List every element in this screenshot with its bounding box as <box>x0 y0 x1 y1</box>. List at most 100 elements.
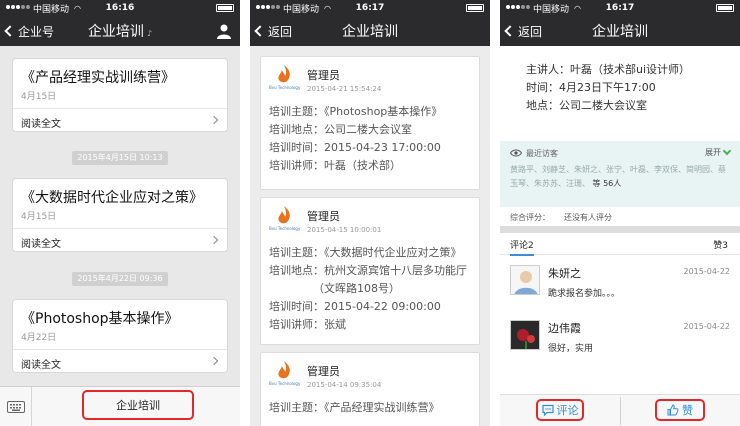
visitors-label: 最近访客 <box>526 148 558 158</box>
profile-icon[interactable] <box>216 23 232 39</box>
battery-icon <box>716 4 734 12</box>
training-location: 地点：公司二楼大会议室 <box>526 99 647 112</box>
battery-icon <box>216 4 234 12</box>
comment-item: 边伟霞 2015-04-22 很好，实用 <box>500 314 740 369</box>
visitor-count: 等 56人 <box>592 179 622 188</box>
status-bar: 中国移动 ◠ 16:17 <box>500 0 740 16</box>
recent-visitors: 最近访客 展开 黄路平、刘静芝、朱妍之、张宁、叶磊、李双保、简明园、蔡玉琴、朱苏… <box>500 141 740 207</box>
comment-item: 朱妍之 2015-04-22 跪求报名参加。。。 <box>500 259 740 314</box>
chevron-right-icon <box>209 235 219 245</box>
screen-training-detail: 中国移动 ◠ 16:17 返回 企业培训 主讲人：叶磊（技术部ui设计师） 时间… <box>500 0 740 426</box>
divider <box>620 397 621 425</box>
back-label: 返回 <box>268 24 293 39</box>
like-button-label: 赞 <box>682 404 693 417</box>
read-more-label: 阅读全文 <box>21 239 61 250</box>
post-line: 培训主题：《Photoshop基本操作》 <box>269 105 443 118</box>
post-time: 2015-04-21 15:54:24 <box>307 85 382 93</box>
tab-likes[interactable]: 赞3 <box>713 238 728 251</box>
logo-text: Bvu Technology <box>269 226 301 231</box>
eye-icon <box>510 149 522 157</box>
training-post[interactable]: Bvu Technology 管理员 2015-04-14 09:35:04 培… <box>260 352 480 426</box>
post-line: 培训时间：2015-04-23 17:00:00 <box>269 141 441 154</box>
avatar <box>510 320 540 350</box>
flame-logo-icon <box>278 65 290 83</box>
commenter-name: 朱妍之 <box>548 267 581 280</box>
post-time: 2015-04-14 09:35:04 <box>307 381 382 389</box>
article-title: 《产品经理实战训练营》 <box>21 70 175 86</box>
clock: 16:16 <box>105 3 135 13</box>
article-title: 《大数据时代企业应对之策》 <box>21 190 203 206</box>
read-more-label: 阅读全文 <box>21 360 61 371</box>
training-menu-button[interactable]: 企业培训 <box>82 390 194 420</box>
chevron-down-icon <box>722 146 732 156</box>
rating-row: 综合评分： 还没有人评分 <box>500 207 740 227</box>
back-label: 企业号 <box>18 24 55 39</box>
page-title-text: 企业培训 <box>592 24 648 40</box>
nav-bar: 返回 企业培训 <box>250 16 490 46</box>
clock: 16:17 <box>355 3 385 13</box>
tab-comments[interactable]: 评论2 <box>510 241 534 256</box>
read-more-link[interactable]: 阅读全文 <box>13 109 227 131</box>
page-title-text: 企业培训 <box>87 24 144 40</box>
company-logo: Bvu Technology <box>269 204 301 236</box>
back-button[interactable]: 返回 <box>504 23 543 40</box>
logo-text: Bvu Technology <box>269 85 301 90</box>
post-line: 培训主题：《大数据时代企业应对之策》 <box>269 246 462 259</box>
comment-button[interactable]: 评论 <box>536 399 584 421</box>
read-more-label: 阅读全文 <box>21 119 61 130</box>
back-button[interactable]: 返回 <box>254 23 293 40</box>
read-more-link[interactable]: 阅读全文 <box>13 229 227 251</box>
expand-button[interactable]: 展开 <box>705 146 732 158</box>
comment-tabs: 评论2 赞3 <box>500 233 740 256</box>
company-logo: Bvu Technology <box>269 63 301 95</box>
screenshot-collage: 中国移动 ◠ 16:16 企业号 企业培训 ♪ 《产品经理实战训练营》 4月15日… <box>0 0 740 426</box>
thumbs-up-icon <box>667 404 679 416</box>
training-post[interactable]: Bvu Technology 管理员 2015-04-15 10:00:01 培… <box>260 197 480 345</box>
comment-time: 2015-04-22 <box>683 322 731 331</box>
status-bar: 中国移动 ◠ 16:16 <box>0 0 240 16</box>
chevron-left-icon <box>4 25 16 37</box>
chevron-right-icon <box>209 115 219 125</box>
training-post[interactable]: Bvu Technology 管理员 2015-04-21 15:54:24 培… <box>260 56 480 190</box>
like-button[interactable]: 赞 <box>655 399 705 421</box>
user-avatar-icon <box>514 271 538 294</box>
comment-time: 2015-04-22 <box>683 267 731 276</box>
post-author: 管理员 <box>307 365 340 378</box>
post-line: （文晖路108号） <box>313 282 400 295</box>
post-time: 2015-04-15 10:00:01 <box>307 226 382 234</box>
rating-value: 还没有人评分 <box>564 213 612 222</box>
post-line: 培训讲师：张斌 <box>269 318 346 331</box>
comment-icon <box>541 404 554 416</box>
article-card[interactable]: 《Photoshop基本操作》 4月22日 阅读全文 <box>12 299 228 373</box>
logo-text: Bvu Technology <box>269 381 301 386</box>
article-date: 4月15日 <box>13 207 227 229</box>
time-stamp: 2015年4月22日 09:36 <box>72 272 168 286</box>
article-date: 4月22日 <box>13 328 227 350</box>
post-author: 管理员 <box>307 210 340 223</box>
post-line: 培训地点：公司二楼大会议室 <box>269 123 412 136</box>
post-line: 培训地点：杭州文源宾馆十八层多功能厅 <box>269 264 467 277</box>
bottom-menu-bar: 企业培训 <box>0 386 240 426</box>
read-more-link[interactable]: 阅读全文 <box>13 350 227 372</box>
avatar <box>510 265 540 295</box>
chevron-left-icon <box>254 25 266 37</box>
screen-training-list: 中国移动 ◠ 16:17 返回 企业培训 Bvu Technology 管理员 … <box>250 0 490 426</box>
article-card[interactable]: 《大数据时代企业应对之策》 4月15日 阅读全文 <box>12 178 228 252</box>
chevron-right-icon <box>209 356 219 366</box>
clock: 16:17 <box>605 3 635 13</box>
time-stamp: 2015年4月15日 10:13 <box>72 151 168 165</box>
article-card[interactable]: 《产品经理实战训练营》 4月15日 阅读全文 <box>12 58 228 132</box>
article-date: 4月15日 <box>13 87 227 109</box>
keyboard-toggle[interactable] <box>0 387 32 426</box>
status-bar: 中国移动 ◠ 16:17 <box>250 0 490 16</box>
chevron-left-icon <box>504 25 516 37</box>
back-button[interactable]: 企业号 <box>4 23 55 40</box>
back-label: 返回 <box>518 24 543 39</box>
flame-logo-icon <box>278 206 290 224</box>
comment-text: 很好，实用 <box>548 344 594 354</box>
nav-bar: 返回 企业培训 <box>500 16 740 46</box>
comment-button-label: 评论 <box>556 404 579 417</box>
battery-icon <box>466 4 484 12</box>
rating-label: 综合评分： <box>510 213 550 222</box>
speaker: 主讲人：叶磊（技术部ui设计师） <box>526 63 691 76</box>
